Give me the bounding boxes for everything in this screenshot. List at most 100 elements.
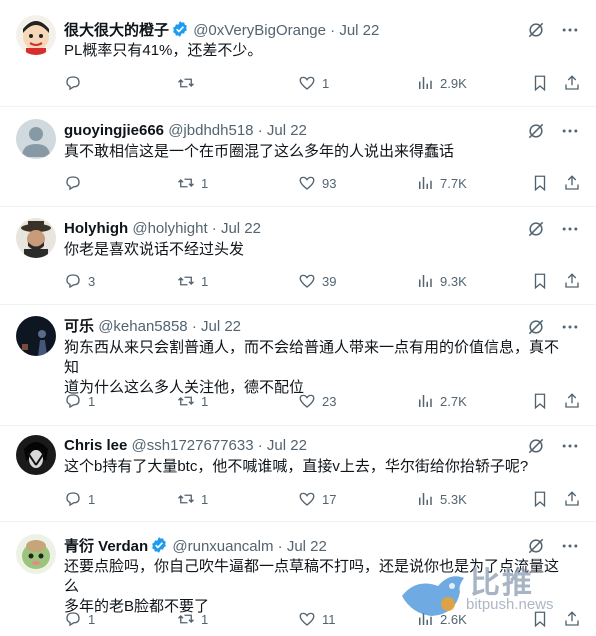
like-button[interactable]: 93 (298, 174, 336, 192)
retweet-icon (178, 494, 194, 504)
reply-icon (66, 394, 80, 409)
like-button[interactable]: 39 (298, 272, 336, 290)
author-name[interactable]: guoyingjie666 (64, 122, 164, 139)
views-count: 9.3K (440, 273, 467, 289)
retweet-count: 1 (201, 393, 209, 409)
author-handle[interactable]: @holyhight (132, 220, 207, 237)
author-name[interactable]: 青衍 Verdan (64, 538, 148, 555)
heart-icon (299, 274, 315, 288)
author-handle[interactable]: @kehan5858 (98, 318, 187, 335)
like-button[interactable]: 1 (298, 74, 329, 92)
heart-icon (299, 176, 315, 190)
tweet-date[interactable]: Jul 22 (267, 437, 307, 454)
share-button[interactable] (563, 272, 581, 290)
retweet-icon (178, 78, 194, 88)
tweet-date[interactable]: Jul 22 (267, 122, 307, 139)
like-count: 17 (322, 491, 337, 507)
tweet-date[interactable]: Jul 22 (201, 318, 241, 335)
avatar[interactable] (16, 534, 56, 574)
views-button[interactable]: 5.3K (416, 490, 467, 508)
views-count: 2.9K (440, 75, 467, 91)
bookmark-button[interactable] (531, 74, 549, 92)
grok-icon[interactable] (526, 436, 546, 456)
author-name[interactable]: Holyhigh (64, 220, 128, 237)
avatar[interactable] (16, 316, 56, 356)
tweet-date[interactable]: Jul 22 (221, 220, 261, 237)
retweet-button[interactable]: 1 (177, 610, 208, 628)
avatar[interactable] (16, 218, 56, 258)
author-handle[interactable]: @runxuancalm (172, 538, 273, 555)
reply-button[interactable] (64, 174, 88, 192)
author-handle[interactable]: @ssh1727677633 (132, 437, 254, 454)
tweet[interactable]: Holyhigh @holyhight · Jul 22 你老是喜欢说话不经过头… (0, 207, 596, 305)
like-button[interactable]: 17 (298, 490, 336, 508)
views-icon (419, 395, 432, 407)
reply-button[interactable]: 1 (64, 610, 95, 628)
views-button[interactable]: 9.3K (416, 272, 467, 290)
reply-button[interactable]: 1 (64, 392, 95, 410)
more-options-icon[interactable] (560, 536, 580, 556)
separator-dot: · (277, 538, 283, 555)
separator-dot: · (191, 318, 197, 335)
more-options-icon[interactable] (560, 121, 580, 141)
like-button[interactable]: 11 (298, 610, 336, 628)
retweet-count: 1 (201, 491, 209, 507)
like-count: 39 (322, 273, 337, 289)
retweet-button[interactable]: 1 (177, 272, 208, 290)
bookmark-icon (534, 273, 546, 290)
like-count: 23 (322, 393, 337, 409)
reply-button[interactable] (64, 74, 88, 92)
author-name[interactable]: 可乐 (64, 318, 94, 335)
tweet-date[interactable]: Jul 22 (287, 538, 327, 555)
tweet[interactable]: 可乐 @kehan5858 · Jul 22 狗东西从来只会割普通人，而不会给普… (0, 305, 596, 426)
share-button[interactable] (563, 392, 581, 410)
reply-count: 1 (88, 393, 96, 409)
more-options-icon[interactable] (560, 20, 580, 40)
grok-icon[interactable] (526, 20, 546, 40)
tweet-date[interactable]: Jul 22 (339, 22, 379, 39)
reply-count: 1 (88, 491, 96, 507)
author-name[interactable]: 很大很大的橙子 (64, 22, 169, 39)
avatar[interactable] (16, 435, 56, 475)
tweet[interactable]: Chris lee @ssh1727677633 · Jul 22 这个b持有了… (0, 426, 596, 522)
author-name[interactable]: Chris lee (64, 437, 127, 454)
grok-icon[interactable] (526, 536, 546, 556)
views-button[interactable]: 2.7K (416, 392, 467, 410)
bookmark-button[interactable] (531, 392, 549, 410)
share-button[interactable] (563, 174, 581, 192)
tweet[interactable]: 很大很大的橙子 @0xVeryBigOrange · Jul 22 PL概率只有… (0, 0, 596, 107)
retweet-button[interactable] (177, 74, 201, 92)
reply-button[interactable]: 3 (64, 272, 95, 290)
grok-icon[interactable] (526, 317, 546, 337)
views-count: 2.7K (440, 393, 467, 409)
views-icon (419, 177, 432, 189)
views-count: 7.7K (440, 175, 467, 191)
like-button[interactable]: 23 (298, 392, 336, 410)
tweet[interactable]: guoyingjie666 @jbdhdh518 · Jul 22 真不敢相信这… (0, 107, 596, 207)
retweet-button[interactable]: 1 (177, 490, 208, 508)
retweet-button[interactable]: 1 (177, 174, 208, 192)
bookmark-button[interactable] (531, 174, 549, 192)
separator-dot: · (211, 220, 217, 237)
avatar[interactable] (16, 119, 56, 159)
more-options-icon[interactable] (560, 317, 580, 337)
like-count: 11 (322, 611, 336, 627)
more-options-icon[interactable] (560, 219, 580, 239)
reply-button[interactable]: 1 (64, 490, 95, 508)
grok-icon[interactable] (526, 219, 546, 239)
bookmark-icon (534, 75, 546, 92)
bookmark-button[interactable] (531, 272, 549, 290)
tweet-text: 真不敢相信这是一个在币圈混了这么多年的人说出来得蠢话 (64, 143, 455, 160)
avatar[interactable] (16, 15, 56, 55)
more-options-icon[interactable] (560, 436, 580, 456)
share-button[interactable] (563, 74, 581, 92)
retweet-button[interactable]: 1 (177, 392, 208, 410)
author-handle[interactable]: @0xVeryBigOrange (193, 22, 326, 39)
views-button[interactable]: 2.9K (416, 74, 467, 92)
views-button[interactable]: 7.7K (416, 174, 467, 192)
author-handle[interactable]: @jbdhdh518 (168, 122, 253, 139)
share-button[interactable] (563, 490, 581, 508)
bookmark-button[interactable] (531, 490, 549, 508)
heart-icon (299, 394, 315, 408)
grok-icon[interactable] (526, 121, 546, 141)
